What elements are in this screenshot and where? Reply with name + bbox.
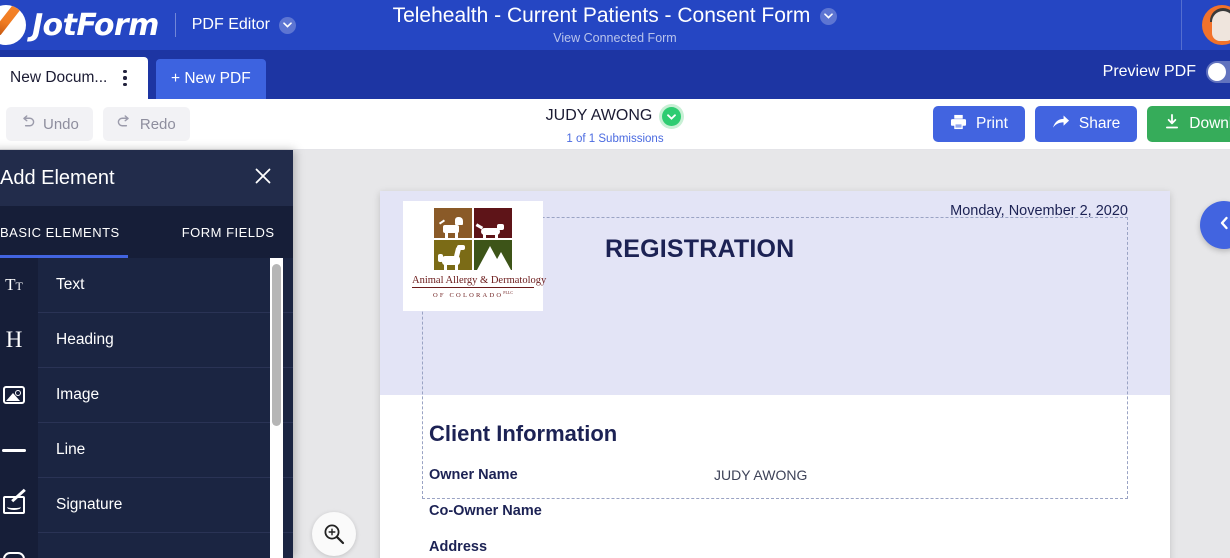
heading-icon: H	[0, 312, 38, 368]
document-title-row[interactable]: Telehealth - Current Patients - Consent …	[393, 5, 838, 27]
field-label: Owner Name	[429, 467, 518, 483]
history-controls: Undo Redo	[0, 107, 190, 141]
printer-icon	[950, 114, 967, 135]
side-panel-toggle-button[interactable]	[1200, 201, 1230, 249]
clinic-logo[interactable]: Animal Allergy & Dermatology OF COLORADO…	[403, 201, 547, 311]
mountain-quadrant-icon	[474, 240, 512, 270]
tab-basic-elements[interactable]: BASIC ELEMENTS	[0, 206, 120, 258]
field-label: Co-Owner Name	[429, 503, 542, 519]
preview-pdf-toggle[interactable]	[1206, 60, 1230, 83]
submission-name: JUDY AWONG	[545, 107, 653, 125]
share-button[interactable]: Share	[1034, 106, 1138, 142]
chevron-down-icon[interactable]	[279, 16, 296, 34]
panel-header: Add Element	[0, 150, 293, 206]
list-item[interactable]: H Heading	[0, 312, 293, 368]
list-item[interactable]	[0, 532, 293, 558]
submission-count[interactable]: 1 of 1 Submissions	[566, 133, 663, 145]
table-row[interactable]: Co-Owner Name	[429, 503, 1170, 519]
panel-title: Add Element	[0, 166, 115, 189]
table-row[interactable]: Address	[429, 539, 1170, 555]
list-item-label: Image	[56, 386, 100, 403]
chevron-left-icon	[1218, 216, 1230, 235]
redo-label: Redo	[139, 115, 176, 133]
chevron-down-icon[interactable]	[820, 7, 838, 25]
field-value: JUDY AWONG	[714, 467, 808, 483]
submission-name-row[interactable]: JUDY AWONG	[546, 104, 685, 129]
document-tab-bar: New Docum... + New PDF Preview PDF	[0, 50, 1230, 99]
redo-button[interactable]: Redo	[102, 107, 190, 141]
download-label: Downlo	[1189, 115, 1230, 132]
horse-quadrant-icon	[434, 240, 472, 270]
download-button[interactable]: Downlo	[1147, 106, 1230, 142]
pdf-header-band: Animal Allergy & Dermatology OF COLORADO…	[380, 191, 1170, 499]
add-element-panel: Add Element BASIC ELEMENTS FORM FIELDS T…	[0, 150, 293, 558]
document-date[interactable]: Monday, November 2, 2020	[950, 203, 1128, 219]
line-icon	[0, 422, 38, 478]
field-label: Address	[429, 539, 488, 555]
list-item[interactable]: Line	[0, 422, 293, 478]
action-toolbar: Undo Redo JUDY AWONG 1 of 1 Submissions	[0, 99, 1230, 150]
new-pdf-button[interactable]: + New PDF	[156, 59, 266, 99]
dog-quadrant-icon	[434, 208, 472, 238]
list-item-label: Heading	[56, 331, 114, 348]
logo-subtitle: OF COLORADOPLLC	[432, 290, 514, 300]
section-title[interactable]: Client Information	[429, 421, 1170, 447]
top-header-bar: JotForm PDF Editor Telehealth - Current …	[0, 0, 1230, 50]
undo-label: Undo	[43, 115, 79, 133]
list-item-label: Line	[56, 441, 86, 458]
list-item[interactable]: Signature	[0, 477, 293, 533]
product-label: PDF Editor	[191, 16, 270, 33]
box-icon	[0, 532, 38, 558]
pdf-page[interactable]: Animal Allergy & Dermatology OF COLORADO…	[380, 191, 1170, 558]
undo-arrow-icon	[20, 115, 35, 133]
header-divider	[174, 13, 176, 37]
logo-title: Animal Allergy & Dermatology	[412, 275, 547, 288]
chevron-down-circle-icon[interactable]	[659, 104, 685, 129]
brand-area[interactable]: JotForm	[0, 0, 159, 50]
logo-quadrants	[434, 208, 512, 270]
cat-quadrant-icon	[474, 208, 512, 238]
redo-arrow-icon	[117, 115, 132, 133]
document-title-block: Telehealth - Current Patients - Consent …	[0, 0, 1230, 50]
brand-name: JotForm	[32, 7, 159, 43]
tab-form-fields[interactable]: FORM FIELDS	[182, 206, 275, 258]
preview-pdf-label: Preview PDF	[1102, 62, 1196, 80]
avatar[interactable]	[1202, 5, 1230, 45]
jotform-pen-logo-icon	[0, 5, 26, 45]
share-label: Share	[1078, 115, 1121, 132]
download-arrow-icon	[1164, 113, 1180, 135]
list-item[interactable]: TT Text	[0, 258, 293, 313]
document-tab-label: New Docum...	[10, 69, 108, 86]
signature-icon	[0, 477, 38, 533]
pdf-editor-app: JotForm PDF Editor Telehealth - Current …	[0, 0, 1230, 558]
product-selector[interactable]: PDF Editor	[192, 16, 296, 34]
document-actions: Print Share Downlo	[933, 106, 1230, 142]
list-item-label: Text	[56, 276, 85, 293]
share-arrow-icon	[1052, 114, 1070, 135]
panel-tabs: BASIC ELEMENTS FORM FIELDS	[0, 206, 293, 258]
list-item[interactable]: Image	[0, 367, 293, 423]
undo-button[interactable]: Undo	[6, 107, 93, 141]
table-row[interactable]: Owner Name JUDY AWONG	[429, 467, 1170, 483]
header-right-divider	[1181, 0, 1182, 50]
list-item-label: Signature	[56, 496, 123, 513]
print-label: Print	[976, 115, 1008, 132]
page-title: Telehealth - Current Patients - Consent …	[392, 4, 811, 28]
image-icon	[0, 367, 38, 423]
print-button[interactable]: Print	[933, 106, 1025, 142]
element-list[interactable]: TT Text H Heading Image Line Signature	[0, 258, 293, 558]
connected-form-link[interactable]: View Connected Form	[553, 31, 676, 45]
zoom-in-icon[interactable]	[312, 512, 356, 556]
document-heading[interactable]: REGISTRATION	[605, 235, 794, 264]
panel-scrollbar-thumb[interactable]	[272, 264, 281, 426]
kebab-menu-icon[interactable]	[119, 64, 131, 93]
text-icon: TT	[0, 258, 38, 313]
document-tab[interactable]: New Docum...	[0, 57, 148, 99]
pdf-body: Client Information Owner Name JUDY AWONG…	[380, 395, 1170, 555]
preview-pdf-control[interactable]: Preview PDF	[1103, 50, 1230, 99]
close-icon[interactable]	[247, 162, 279, 194]
